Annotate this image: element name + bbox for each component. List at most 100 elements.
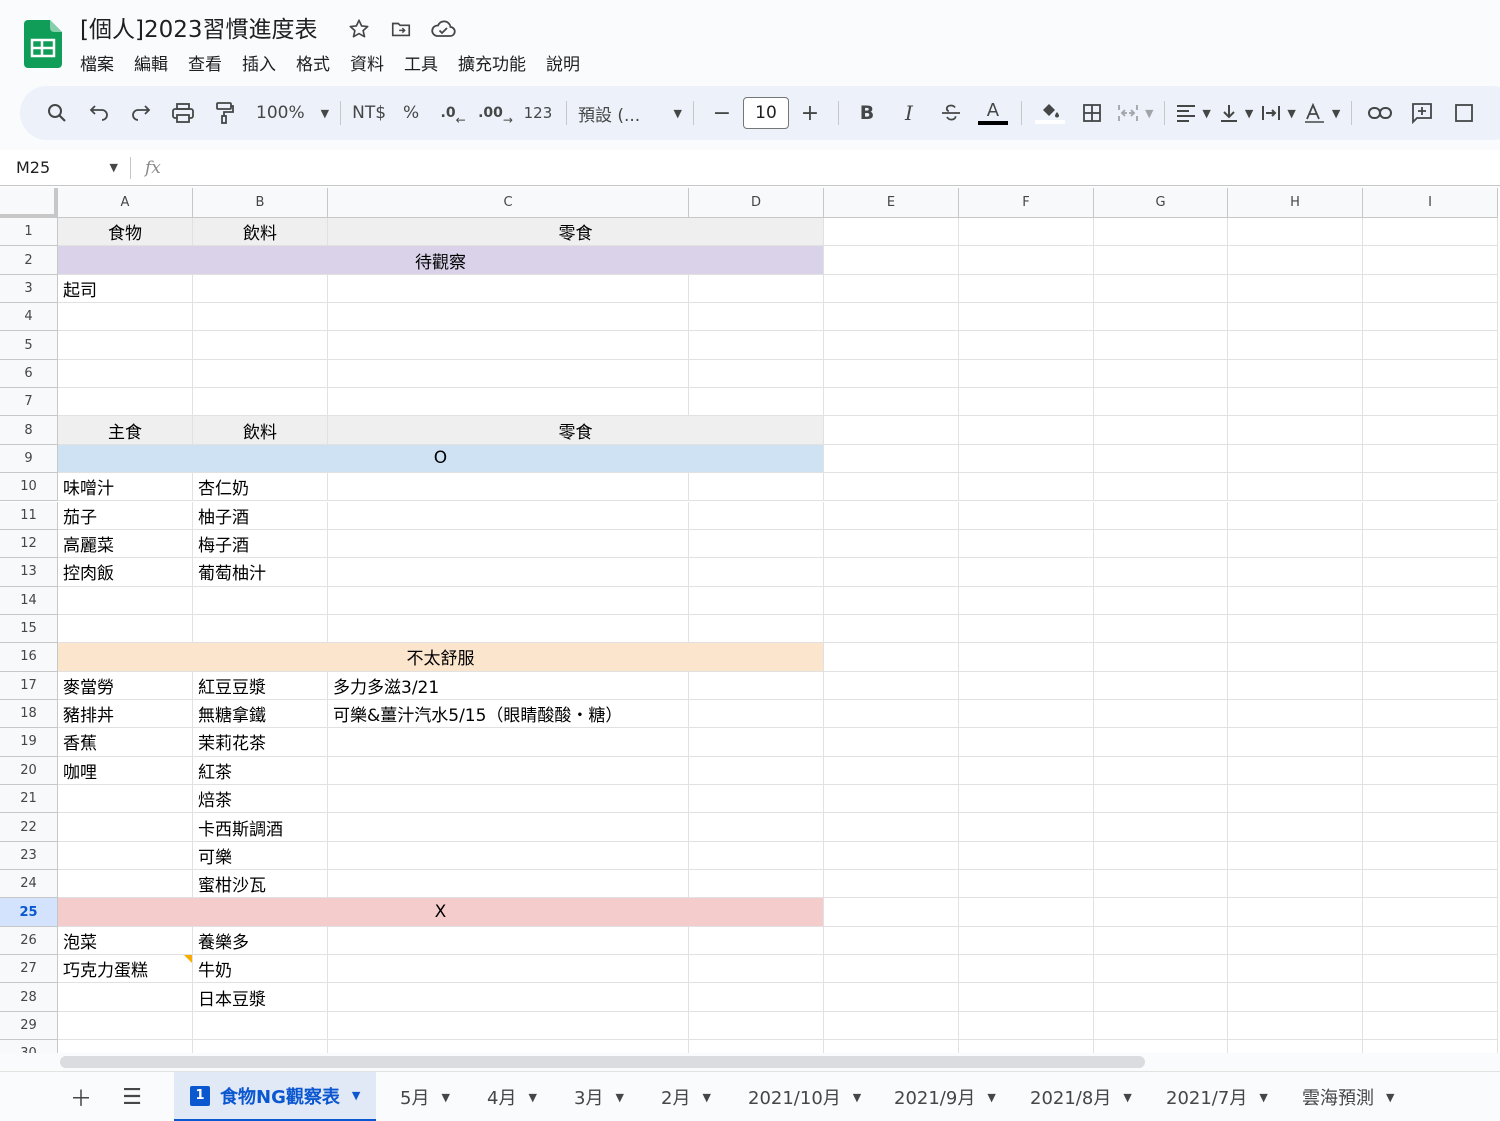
cell-f12[interactable] bbox=[959, 529, 1094, 559]
cell-e7[interactable] bbox=[824, 388, 959, 417]
cell-d5[interactable] bbox=[689, 331, 824, 360]
horizontal-scrollbar[interactable] bbox=[60, 1056, 1145, 1068]
cell-d21[interactable] bbox=[689, 785, 824, 814]
cell-d19[interactable] bbox=[689, 728, 824, 757]
cell-c13[interactable] bbox=[328, 558, 689, 587]
column-header-a[interactable]: A bbox=[58, 188, 193, 218]
cell-a14[interactable] bbox=[58, 586, 193, 615]
row-header-20[interactable]: 20 bbox=[0, 756, 58, 785]
cell-e28[interactable] bbox=[824, 983, 959, 1012]
cell-e2[interactable] bbox=[824, 246, 959, 275]
cell-b11[interactable]: 柚子酒 bbox=[193, 501, 328, 530]
sheet-tab-food-ng[interactable]: 1 食物NG觀察表 ▼ bbox=[174, 1072, 377, 1121]
cell-b10[interactable]: 杏仁奶 bbox=[193, 473, 328, 502]
cell-e8[interactable] bbox=[824, 416, 959, 445]
cell-e19[interactable] bbox=[824, 728, 959, 757]
row-header-21[interactable]: 21 bbox=[0, 785, 58, 814]
cell-b15[interactable] bbox=[193, 614, 328, 644]
cell-d29[interactable] bbox=[689, 1011, 824, 1041]
sheet-tab-march[interactable]: 3月 ▼ bbox=[574, 1072, 624, 1121]
cell-c20[interactable] bbox=[328, 756, 689, 785]
cell-i18[interactable] bbox=[1363, 699, 1498, 729]
row-header-16[interactable]: 16 bbox=[0, 643, 58, 672]
cell-b5[interactable] bbox=[193, 331, 328, 360]
row-header-4[interactable]: 4 bbox=[0, 303, 58, 332]
cell-c18[interactable]: 可樂&薑汁汽水5/15（眼睛酸酸・糖） bbox=[328, 699, 689, 729]
cell-g12[interactable] bbox=[1094, 529, 1228, 559]
cell-d26[interactable] bbox=[689, 926, 824, 956]
italic-button[interactable]: I bbox=[892, 96, 926, 130]
row-header-18[interactable]: 18 bbox=[0, 699, 58, 729]
cell-h22[interactable] bbox=[1228, 813, 1363, 842]
cell-i27[interactable] bbox=[1363, 955, 1498, 984]
cell-b1[interactable]: 飲料 bbox=[193, 218, 328, 247]
cell-g22[interactable] bbox=[1094, 813, 1228, 842]
cell-b19[interactable]: 茉莉花茶 bbox=[193, 728, 328, 757]
cell-g29[interactable] bbox=[1094, 1011, 1228, 1041]
cell-a28[interactable] bbox=[58, 983, 193, 1012]
row-header-24[interactable]: 24 bbox=[0, 870, 58, 899]
font-family-select[interactable]: 預設 (... ▼ bbox=[578, 96, 682, 130]
cell-g23[interactable] bbox=[1094, 841, 1228, 871]
cell-i20[interactable] bbox=[1363, 756, 1498, 785]
cell-a17[interactable]: 麥當勞 bbox=[58, 671, 193, 700]
cell-d11[interactable] bbox=[689, 501, 824, 530]
cell-i24[interactable] bbox=[1363, 870, 1498, 899]
cell-i13[interactable] bbox=[1363, 558, 1498, 587]
cell-a18[interactable]: 豬排丼 bbox=[58, 699, 193, 729]
name-box[interactable]: M25 ▼ bbox=[0, 158, 130, 177]
cell-f24[interactable] bbox=[959, 870, 1094, 899]
cell-d30[interactable] bbox=[689, 1040, 824, 1053]
cell-f1[interactable] bbox=[959, 218, 1094, 247]
cell-e22[interactable] bbox=[824, 813, 959, 842]
vertical-align-icon[interactable]: ▼ bbox=[1219, 96, 1253, 130]
cell-f13[interactable] bbox=[959, 558, 1094, 587]
cell-g8[interactable] bbox=[1094, 416, 1228, 445]
cell-f11[interactable] bbox=[959, 501, 1094, 530]
font-size-input[interactable]: 10 bbox=[742, 97, 789, 129]
cell-f4[interactable] bbox=[959, 303, 1094, 332]
cell-g21[interactable] bbox=[1094, 785, 1228, 814]
cell-g9[interactable] bbox=[1094, 444, 1228, 474]
cell-f15[interactable] bbox=[959, 614, 1094, 644]
cell-i5[interactable] bbox=[1363, 331, 1498, 360]
cell-d12[interactable] bbox=[689, 529, 824, 559]
cell-g24[interactable] bbox=[1094, 870, 1228, 899]
cell-c17[interactable]: 多力多滋3/21 bbox=[328, 671, 689, 700]
cell-h8[interactable] bbox=[1228, 416, 1363, 445]
row-header-9[interactable]: 9 bbox=[0, 444, 58, 474]
sheet-tab-february[interactable]: 2月 ▼ bbox=[661, 1072, 711, 1121]
cell-b14[interactable] bbox=[193, 586, 328, 615]
cell-d7[interactable] bbox=[689, 388, 824, 417]
cell-c5[interactable] bbox=[328, 331, 689, 360]
cell-e20[interactable] bbox=[824, 756, 959, 785]
cell-b6[interactable] bbox=[193, 359, 328, 389]
cell-g25[interactable] bbox=[1094, 898, 1228, 927]
cell-c29[interactable] bbox=[328, 1011, 689, 1041]
cell-i29[interactable] bbox=[1363, 1011, 1498, 1041]
cell-b4[interactable] bbox=[193, 303, 328, 332]
row-header-10[interactable]: 10 bbox=[0, 473, 58, 502]
menu-help[interactable]: 說明 bbox=[536, 50, 590, 75]
cell-i10[interactable] bbox=[1363, 473, 1498, 502]
cell-a21[interactable] bbox=[58, 785, 193, 814]
cell-c4[interactable] bbox=[328, 303, 689, 332]
row-header-22[interactable]: 22 bbox=[0, 813, 58, 842]
cell-i1[interactable] bbox=[1363, 218, 1498, 247]
cell-f20[interactable] bbox=[959, 756, 1094, 785]
row-header-28[interactable]: 28 bbox=[0, 983, 58, 1012]
band-no[interactable]: X bbox=[58, 898, 824, 927]
cell-c28[interactable] bbox=[328, 983, 689, 1012]
row-header-15[interactable]: 15 bbox=[0, 614, 58, 644]
cell-c10[interactable] bbox=[328, 473, 689, 502]
cell-h16[interactable] bbox=[1228, 643, 1363, 672]
cell-e25[interactable] bbox=[824, 898, 959, 927]
cell-d13[interactable] bbox=[689, 558, 824, 587]
row-header-30[interactable]: 30 bbox=[0, 1040, 58, 1053]
cell-c22[interactable] bbox=[328, 813, 689, 842]
cell-g14[interactable] bbox=[1094, 586, 1228, 615]
cell-a15[interactable] bbox=[58, 614, 193, 644]
search-menus-icon[interactable] bbox=[40, 96, 74, 130]
cell-g15[interactable] bbox=[1094, 614, 1228, 644]
cell-f29[interactable] bbox=[959, 1011, 1094, 1041]
